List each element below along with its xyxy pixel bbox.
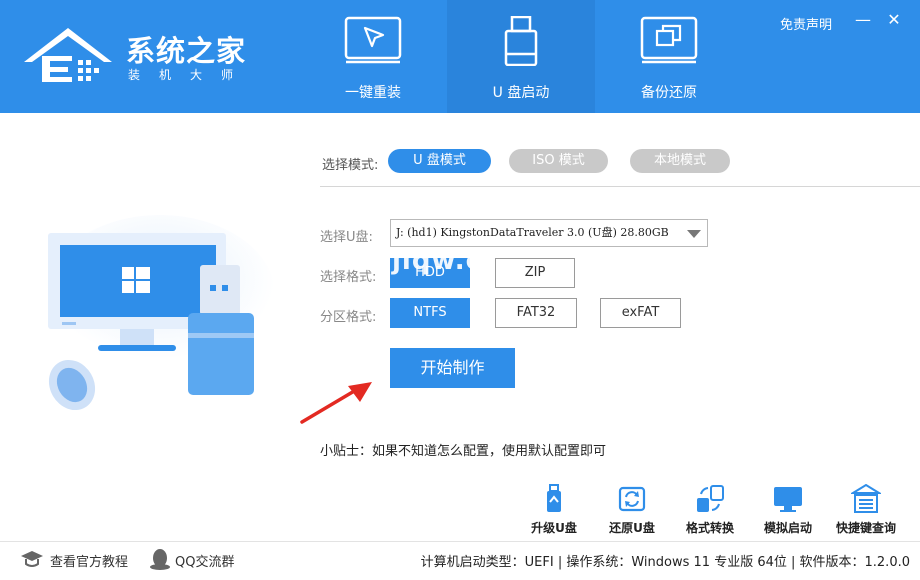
app-logo: 系统之家 装机大师 bbox=[18, 22, 248, 86]
hotkey-query-icon bbox=[851, 484, 881, 513]
red-arrow-icon bbox=[300, 382, 372, 424]
tool-label: 快捷键查询 bbox=[835, 521, 896, 535]
logo-title: 系统之家 bbox=[126, 34, 247, 68]
tab-one-click-reinstall[interactable]: 一键重装 bbox=[299, 0, 447, 113]
tutorial-link[interactable]: 查看官方教程 bbox=[50, 551, 128, 570]
upgrade-usb-icon bbox=[547, 484, 561, 512]
partition-ntfs-button[interactable]: NTFS bbox=[390, 298, 470, 328]
disclaimer-link[interactable]: 免责声明 bbox=[780, 14, 832, 33]
tool-label: 升级U盘 bbox=[531, 521, 577, 535]
mode-usb-button[interactable]: U 盘模式 bbox=[388, 149, 491, 173]
watermark-text: jiqw.c bbox=[392, 246, 483, 276]
tip-text: 小贴士：如果不知道怎么配置，使用默认配置即可 bbox=[320, 444, 607, 459]
partition-exfat-button[interactable]: exFAT bbox=[600, 298, 681, 328]
partition-fat32-button[interactable]: FAT32 bbox=[495, 298, 577, 328]
tool-upgrade-usb[interactable]: 升级U盘 bbox=[514, 484, 594, 540]
house-logo-icon bbox=[24, 28, 112, 82]
tab-label: U 盘启动 bbox=[492, 85, 550, 101]
qq-penguin-icon bbox=[150, 549, 170, 570]
computer-usb-illustration bbox=[45, 215, 275, 411]
logo-subtitle: 装机大师 bbox=[128, 68, 253, 82]
graduation-cap-icon bbox=[21, 551, 43, 567]
format-convert-icon bbox=[697, 485, 724, 512]
mode-label: 选择模式: bbox=[322, 158, 379, 173]
tab-usb-boot[interactable]: U 盘启动 bbox=[447, 0, 595, 113]
tool-label: 模拟启动 bbox=[763, 521, 812, 535]
cursor-arrow-icon bbox=[344, 16, 402, 64]
partition-label: 分区格式: bbox=[320, 310, 377, 325]
backup-copy-icon bbox=[640, 16, 698, 64]
tab-label: 备份还原 bbox=[641, 85, 697, 101]
tool-label: 格式转换 bbox=[685, 521, 734, 535]
usb-select[interactable]: J: (hd1) KingstonDataTraveler 3.0 (U盘) 2… bbox=[390, 219, 708, 247]
close-button[interactable]: ✕ bbox=[884, 10, 904, 30]
mode-iso-button[interactable]: ISO 模式 bbox=[509, 149, 608, 173]
minimize-button[interactable]: — bbox=[853, 10, 873, 30]
chevron-down-icon bbox=[687, 230, 701, 238]
divider bbox=[320, 186, 920, 187]
usb-select-value: J: (hd1) KingstonDataTraveler 3.0 (U盘) 2… bbox=[396, 226, 669, 239]
usb-label: 选择U盘: bbox=[320, 230, 373, 245]
footer-divider bbox=[0, 541, 920, 542]
mode-local-button[interactable]: 本地模式 bbox=[630, 149, 730, 173]
format-label: 选择格式: bbox=[320, 270, 377, 285]
status-bar: 计算机启动类型：UEFI | 操作系统：Windows 11 专业版 64位 |… bbox=[420, 555, 910, 570]
qq-group-link[interactable]: QQ交流群 bbox=[175, 551, 234, 570]
simulate-boot-icon bbox=[774, 487, 802, 512]
start-making-button[interactable]: 开始制作 bbox=[390, 348, 515, 388]
header-bar: 系统之家 装机大师 一键重装 U 盘启动 备份还原 免责声明 — ✕ bbox=[0, 0, 920, 113]
format-zip-button[interactable]: ZIP bbox=[495, 258, 575, 288]
tool-simulate-boot[interactable]: 模拟启动 bbox=[748, 484, 828, 540]
usb-drive-icon bbox=[504, 16, 538, 66]
tool-hotkey-query[interactable]: 快捷键查询 bbox=[826, 484, 906, 540]
tab-backup-restore[interactable]: 备份还原 bbox=[595, 0, 743, 113]
restore-usb-icon bbox=[618, 486, 646, 512]
tab-label: 一键重装 bbox=[345, 85, 401, 101]
tool-restore-usb[interactable]: 还原U盘 bbox=[592, 484, 672, 540]
tool-label: 还原U盘 bbox=[609, 521, 655, 535]
tool-format-convert[interactable]: 格式转换 bbox=[670, 484, 750, 540]
